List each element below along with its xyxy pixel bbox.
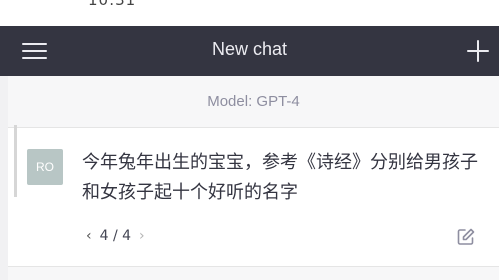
status-time: 10:31 xyxy=(88,0,137,9)
message-pager: ‹ 4 / 4 › xyxy=(86,226,145,246)
new-chat-plus-icon[interactable] xyxy=(466,39,490,63)
pager-value: 4 / 4 xyxy=(99,228,132,244)
next-message-strip xyxy=(8,266,499,280)
scroll-indicator[interactable] xyxy=(14,125,17,197)
next-chevron-icon[interactable]: › xyxy=(139,228,145,244)
sidebar-edge xyxy=(0,76,8,280)
app-header: New chat xyxy=(0,26,499,76)
avatar: RO xyxy=(27,149,63,185)
model-bar: Model: GPT-4 xyxy=(8,76,499,128)
prev-chevron-icon[interactable]: ‹ xyxy=(86,228,92,244)
edit-icon[interactable] xyxy=(456,227,476,247)
model-label: Model: GPT-4 xyxy=(207,93,300,110)
message-text: 今年兔年出生的宝宝，参考《诗经》分别给男孩子和女孩子起十个好听的名字 xyxy=(82,152,478,203)
status-bar: 10:31 xyxy=(0,0,499,26)
page-title: New chat xyxy=(211,39,288,59)
